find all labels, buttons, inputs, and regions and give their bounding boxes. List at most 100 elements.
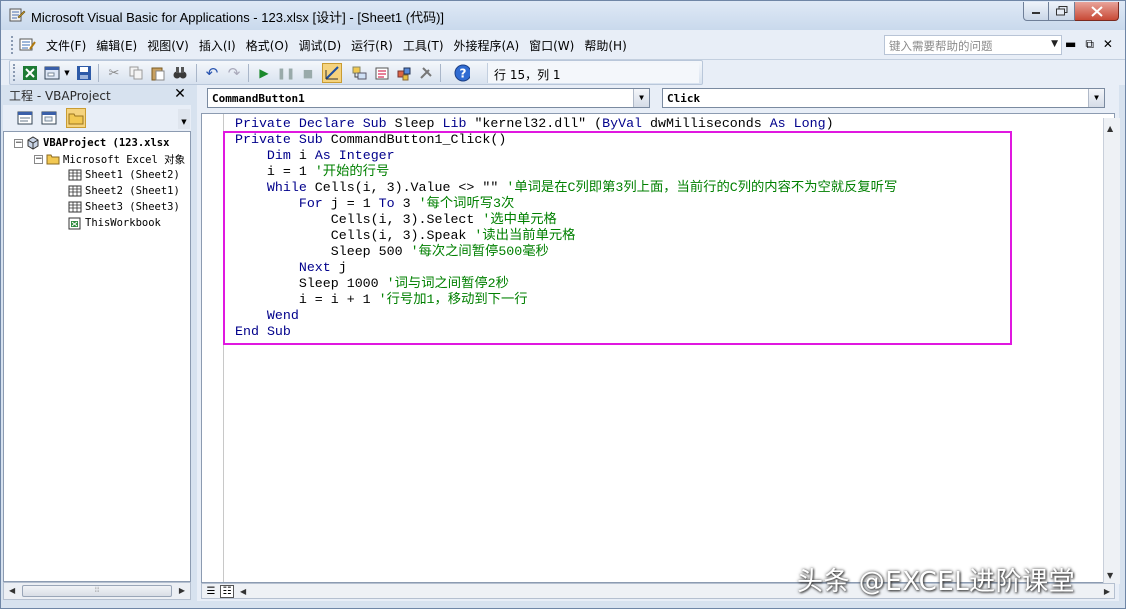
chevron-down-icon[interactable]: ▼	[178, 109, 190, 129]
menu-insert[interactable]: 插入(I)	[194, 37, 241, 54]
chevron-down-icon[interactable]: ▼	[1088, 89, 1104, 107]
code-line[interactable]: Dim i As Integer	[235, 148, 897, 164]
cut-icon[interactable]: ✂	[106, 65, 122, 81]
tree-node-sheet3[interactable]: Sheet3 (Sheet3)	[68, 199, 180, 215]
code-text: Sleep 1000	[298, 276, 387, 291]
tree-node-thisworkbook[interactable]: ThisWorkbook	[68, 215, 161, 231]
code-lines[interactable]: Private Declare Sub Sleep Lib "kernel32.…	[235, 116, 897, 340]
menu-view[interactable]: 视图(V)	[142, 37, 194, 54]
code-comment: '读出当前单元格	[474, 228, 576, 243]
scroll-up-icon[interactable]: ▲	[1107, 124, 1113, 133]
child-close-icon[interactable]: ✕	[1103, 37, 1113, 52]
menu-grip[interactable]	[11, 36, 15, 54]
paste-icon[interactable]	[150, 65, 166, 81]
window-title: Microsoft Visual Basic for Applications …	[31, 10, 445, 25]
menu-format[interactable]: 格式(O)	[241, 37, 294, 54]
help-search-input[interactable]: 键入需要帮助的问题 ▼	[884, 35, 1062, 55]
code-line[interactable]: Sleep 1000 '词与词之间暂停2秒	[235, 276, 897, 292]
maximize-button[interactable]	[1049, 2, 1075, 21]
code-line[interactable]: Cells(i, 3).Speak '读出当前单元格	[235, 228, 897, 244]
undo-icon[interactable]: ↶	[204, 64, 220, 82]
code-line[interactable]: Sleep 500 '每次之间暂停500毫秒	[235, 244, 897, 260]
stop-icon[interactable]: ■	[300, 65, 316, 81]
scroll-down-icon[interactable]: ▼	[1107, 571, 1113, 580]
procedure-combo[interactable]: Click ▼	[662, 88, 1105, 108]
object-combo-value: CommandButton1	[212, 92, 305, 105]
code-line[interactable]: i = 1 '开始的行号	[235, 164, 897, 180]
code-vertical-scrollbar[interactable]: ▲ ▼	[1103, 118, 1120, 584]
scroll-right-icon[interactable]: ▶	[179, 586, 185, 595]
view-code-icon[interactable]	[15, 108, 35, 128]
code-line[interactable]: Wend	[235, 308, 897, 324]
toolbar-grip[interactable]	[13, 64, 17, 81]
toolbox-icon[interactable]	[418, 65, 434, 81]
full-module-view-icon[interactable]: ☷	[220, 585, 234, 598]
code-line[interactable]: While Cells(i, 3).Value <> "" '单词是在C列即第3…	[235, 180, 897, 196]
run-icon[interactable]: ▶	[256, 65, 272, 81]
child-minimize-icon[interactable]: ▬	[1065, 37, 1076, 52]
copy-icon[interactable]	[128, 65, 144, 81]
scroll-left-icon[interactable]: ◀	[9, 586, 15, 595]
procedure-view-icon[interactable]: ☰	[204, 585, 218, 598]
object-combo[interactable]: CommandButton1 ▼	[207, 88, 650, 108]
tree-node-excel-objects[interactable]: − Microsoft Excel 对象	[34, 151, 185, 167]
chevron-down-icon[interactable]: ▼	[1051, 39, 1058, 49]
code-editor[interactable]: Private Declare Sub Sleep Lib "kernel32.…	[201, 113, 1120, 584]
design-mode-icon[interactable]	[322, 63, 342, 83]
menu-edit[interactable]: 编辑(E)	[91, 37, 142, 54]
code-comment: '每次之间暂停500毫秒	[410, 244, 549, 259]
tree-node-vbaproject[interactable]: − VBAProject (123.xlsx	[14, 135, 169, 151]
code-line[interactable]: i = i + 1 '行号加1，移动到下一行	[235, 292, 897, 308]
insert-userform-icon[interactable]	[44, 65, 60, 81]
menu-addins[interactable]: 外接程序(A)	[449, 37, 525, 54]
scroll-left-icon[interactable]: ◀	[240, 587, 246, 596]
chevron-down-icon[interactable]: ▼	[633, 89, 649, 107]
toggle-folders-icon[interactable]	[66, 108, 86, 128]
menu-file[interactable]: 文件(F)	[41, 37, 91, 54]
code-line[interactable]: Cells(i, 3).Select '选中单元格	[235, 212, 897, 228]
project-pane-close-icon[interactable]: ✕	[171, 85, 189, 103]
minimize-button[interactable]	[1023, 2, 1049, 21]
tree-label: Sheet1 (Sheet2)	[85, 169, 180, 181]
view-excel-icon[interactable]	[22, 65, 38, 81]
scroll-right-icon[interactable]: ▶	[1104, 587, 1110, 596]
code-line[interactable]: Private Sub CommandButton1_Click()	[235, 132, 897, 148]
title-bar[interactable]: Microsoft Visual Basic for Applications …	[1, 1, 1125, 30]
code-line[interactable]: End Sub	[235, 324, 897, 340]
margin-indicator-bar[interactable]	[202, 114, 224, 582]
scroll-thumb[interactable]: ⦙⦙⦙	[22, 585, 172, 597]
code-line[interactable]: For j = 1 To 3 '每个词听写3次	[235, 196, 897, 212]
code-text: Next j	[298, 260, 347, 275]
collapse-icon[interactable]: −	[34, 154, 43, 164]
code-text: Cells(i, 3).Speak	[330, 228, 475, 243]
view-object-icon[interactable]	[39, 108, 59, 128]
close-button[interactable]	[1075, 2, 1119, 21]
menu-tools[interactable]: 工具(T)	[398, 37, 449, 54]
chevron-down-icon[interactable]: ▼	[63, 65, 71, 81]
tree-node-sheet1[interactable]: Sheet1 (Sheet2)	[68, 167, 180, 183]
tree-node-sheet2[interactable]: Sheet2 (Sheet1)	[68, 183, 180, 199]
menu-debug[interactable]: 调试(D)	[294, 37, 347, 54]
close-icon	[1090, 5, 1103, 17]
pause-icon[interactable]: ❚❚	[277, 65, 295, 81]
child-restore-icon[interactable]: ⧉	[1085, 37, 1094, 52]
excel-vba-menu-icon[interactable]	[19, 37, 37, 53]
collapse-icon[interactable]: −	[14, 138, 23, 148]
object-browser-icon[interactable]	[396, 65, 412, 81]
properties-window-icon[interactable]	[374, 65, 390, 81]
menu-help[interactable]: 帮助(H)	[579, 37, 631, 54]
save-icon[interactable]	[76, 65, 92, 81]
tree-label: Microsoft Excel 对象	[63, 153, 186, 166]
project-horizontal-scrollbar[interactable]: ◀ ⦙⦙⦙ ▶	[3, 582, 191, 600]
find-icon[interactable]	[172, 65, 188, 81]
menu-run[interactable]: 运行(R)	[346, 37, 398, 54]
menu-window[interactable]: 窗口(W)	[524, 37, 579, 54]
code-line[interactable]: Private Declare Sub Sleep Lib "kernel32.…	[235, 116, 897, 132]
code-line[interactable]: Next j	[235, 260, 897, 276]
code-text: i = i + 1	[298, 292, 379, 307]
help-icon[interactable]: ?	[454, 64, 470, 82]
redo-icon[interactable]: ↷	[226, 64, 242, 82]
project-explorer-icon[interactable]	[352, 65, 368, 81]
